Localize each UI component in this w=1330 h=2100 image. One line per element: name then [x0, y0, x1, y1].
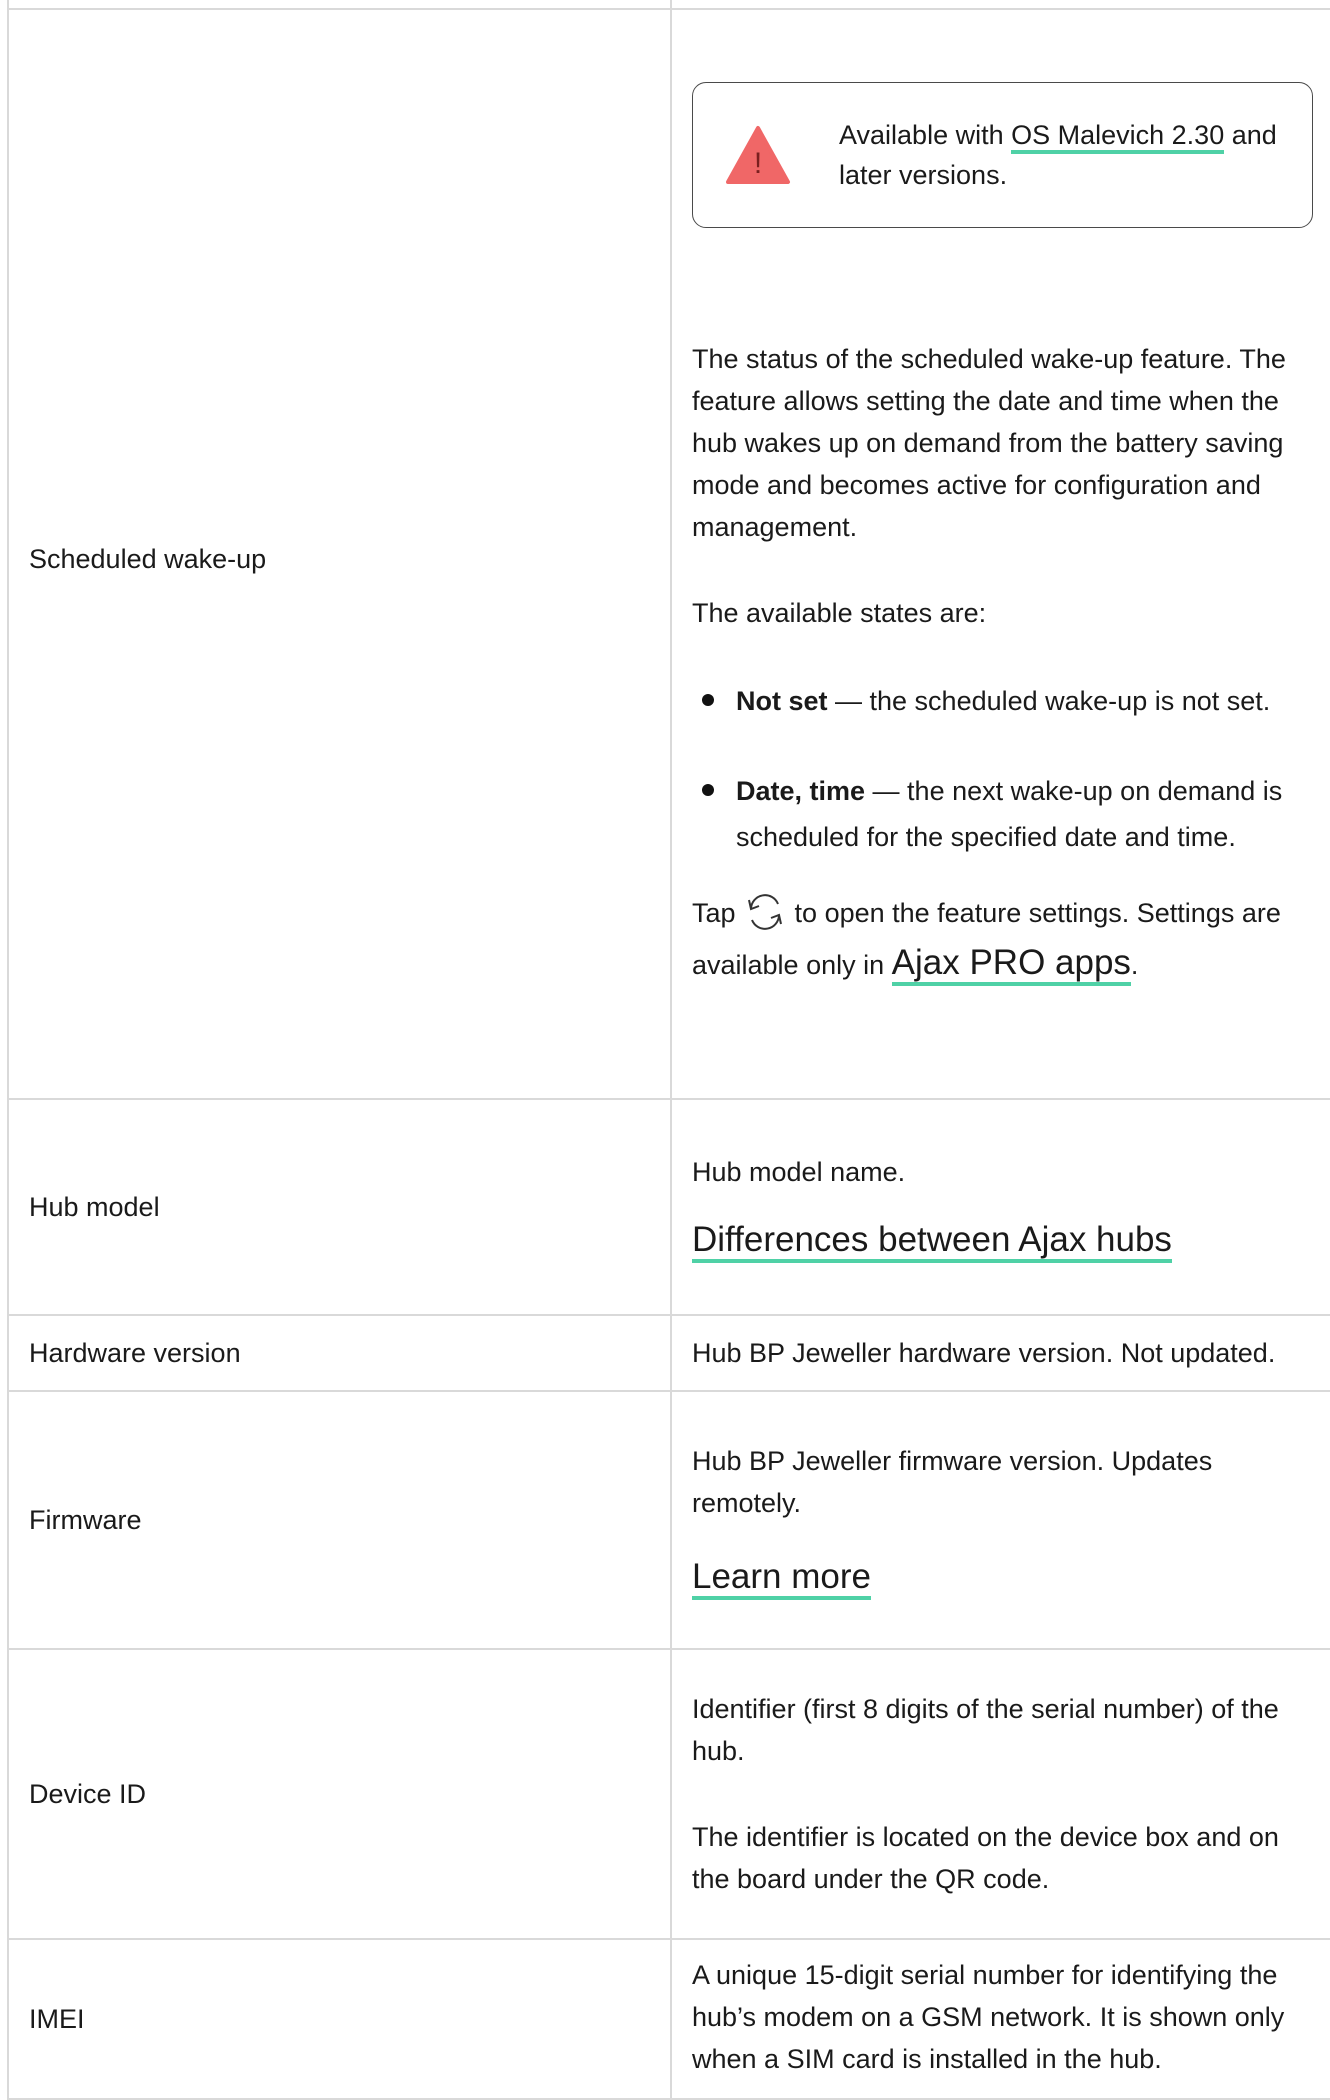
settings-table: Scheduled wake-up ! Available with OS Ma… — [7, 0, 1330, 2100]
tap-instruction: Tap to open the feature settings. Settin… — [692, 888, 1323, 990]
states-list: Not set — the scheduled wake-up is not s… — [692, 678, 1323, 860]
row-description: ! Available with OS Malevich 2.30 and la… — [670, 8, 1330, 1100]
hub-differences-link[interactable]: Differences between Ajax hubs — [692, 1220, 1172, 1263]
list-item: Not set — the scheduled wake-up is not s… — [702, 678, 1323, 724]
row-label: Firmware — [7, 1390, 672, 1650]
row-description: Hub BP Jeweller hardware version. Not up… — [670, 1314, 1330, 1392]
svg-text:!: ! — [754, 147, 762, 180]
version-notice: ! Available with OS Malevich 2.30 and la… — [692, 82, 1313, 228]
table-row: Firmware Hub BP Jeweller firmware versio… — [7, 1390, 1330, 1650]
learn-more-link[interactable]: Learn more — [692, 1557, 871, 1600]
table-row: Hardware version Hub BP Jeweller hardwar… — [7, 1314, 1330, 1392]
row-label: Hardware version — [7, 1314, 672, 1392]
row-label: Scheduled wake-up — [7, 8, 672, 1100]
table-row: Device ID Identifier (first 8 digits of … — [7, 1648, 1330, 1940]
refresh-icon — [748, 894, 783, 930]
states-heading: The available states are: — [692, 598, 987, 628]
table-row — [7, 0, 1330, 10]
warning-triangle-icon: ! — [726, 126, 790, 184]
feature-intro: The status of the scheduled wake-up feat… — [692, 344, 1286, 542]
row-label: Hub model — [7, 1098, 672, 1316]
row-description: Identifier (first 8 digits of the serial… — [670, 1648, 1330, 1940]
row-description: A unique 15-digit serial number for iden… — [670, 1938, 1330, 2100]
row-label: IMEI — [7, 1938, 672, 2100]
table-row: Scheduled wake-up ! Available with OS Ma… — [7, 8, 1330, 1100]
row-label: Device ID — [7, 1648, 672, 1940]
table-row: Hub model Hub model name. Differences be… — [7, 1098, 1330, 1316]
ajax-pro-apps-link[interactable]: Ajax PRO apps — [891, 943, 1131, 986]
table-row: IMEI A unique 15-digit serial number for… — [7, 1938, 1330, 2100]
list-item: Date, time — the next wake-up on demand … — [702, 768, 1323, 860]
row-description: Hub model name. Differences between Ajax… — [670, 1098, 1330, 1316]
os-malevich-link[interactable]: OS Malevich 2.30 — [1011, 120, 1225, 154]
notice-text: Available with OS Malevich 2.30 and late… — [839, 120, 1277, 190]
row-description: Hub BP Jeweller firmware version. Update… — [670, 1390, 1330, 1650]
